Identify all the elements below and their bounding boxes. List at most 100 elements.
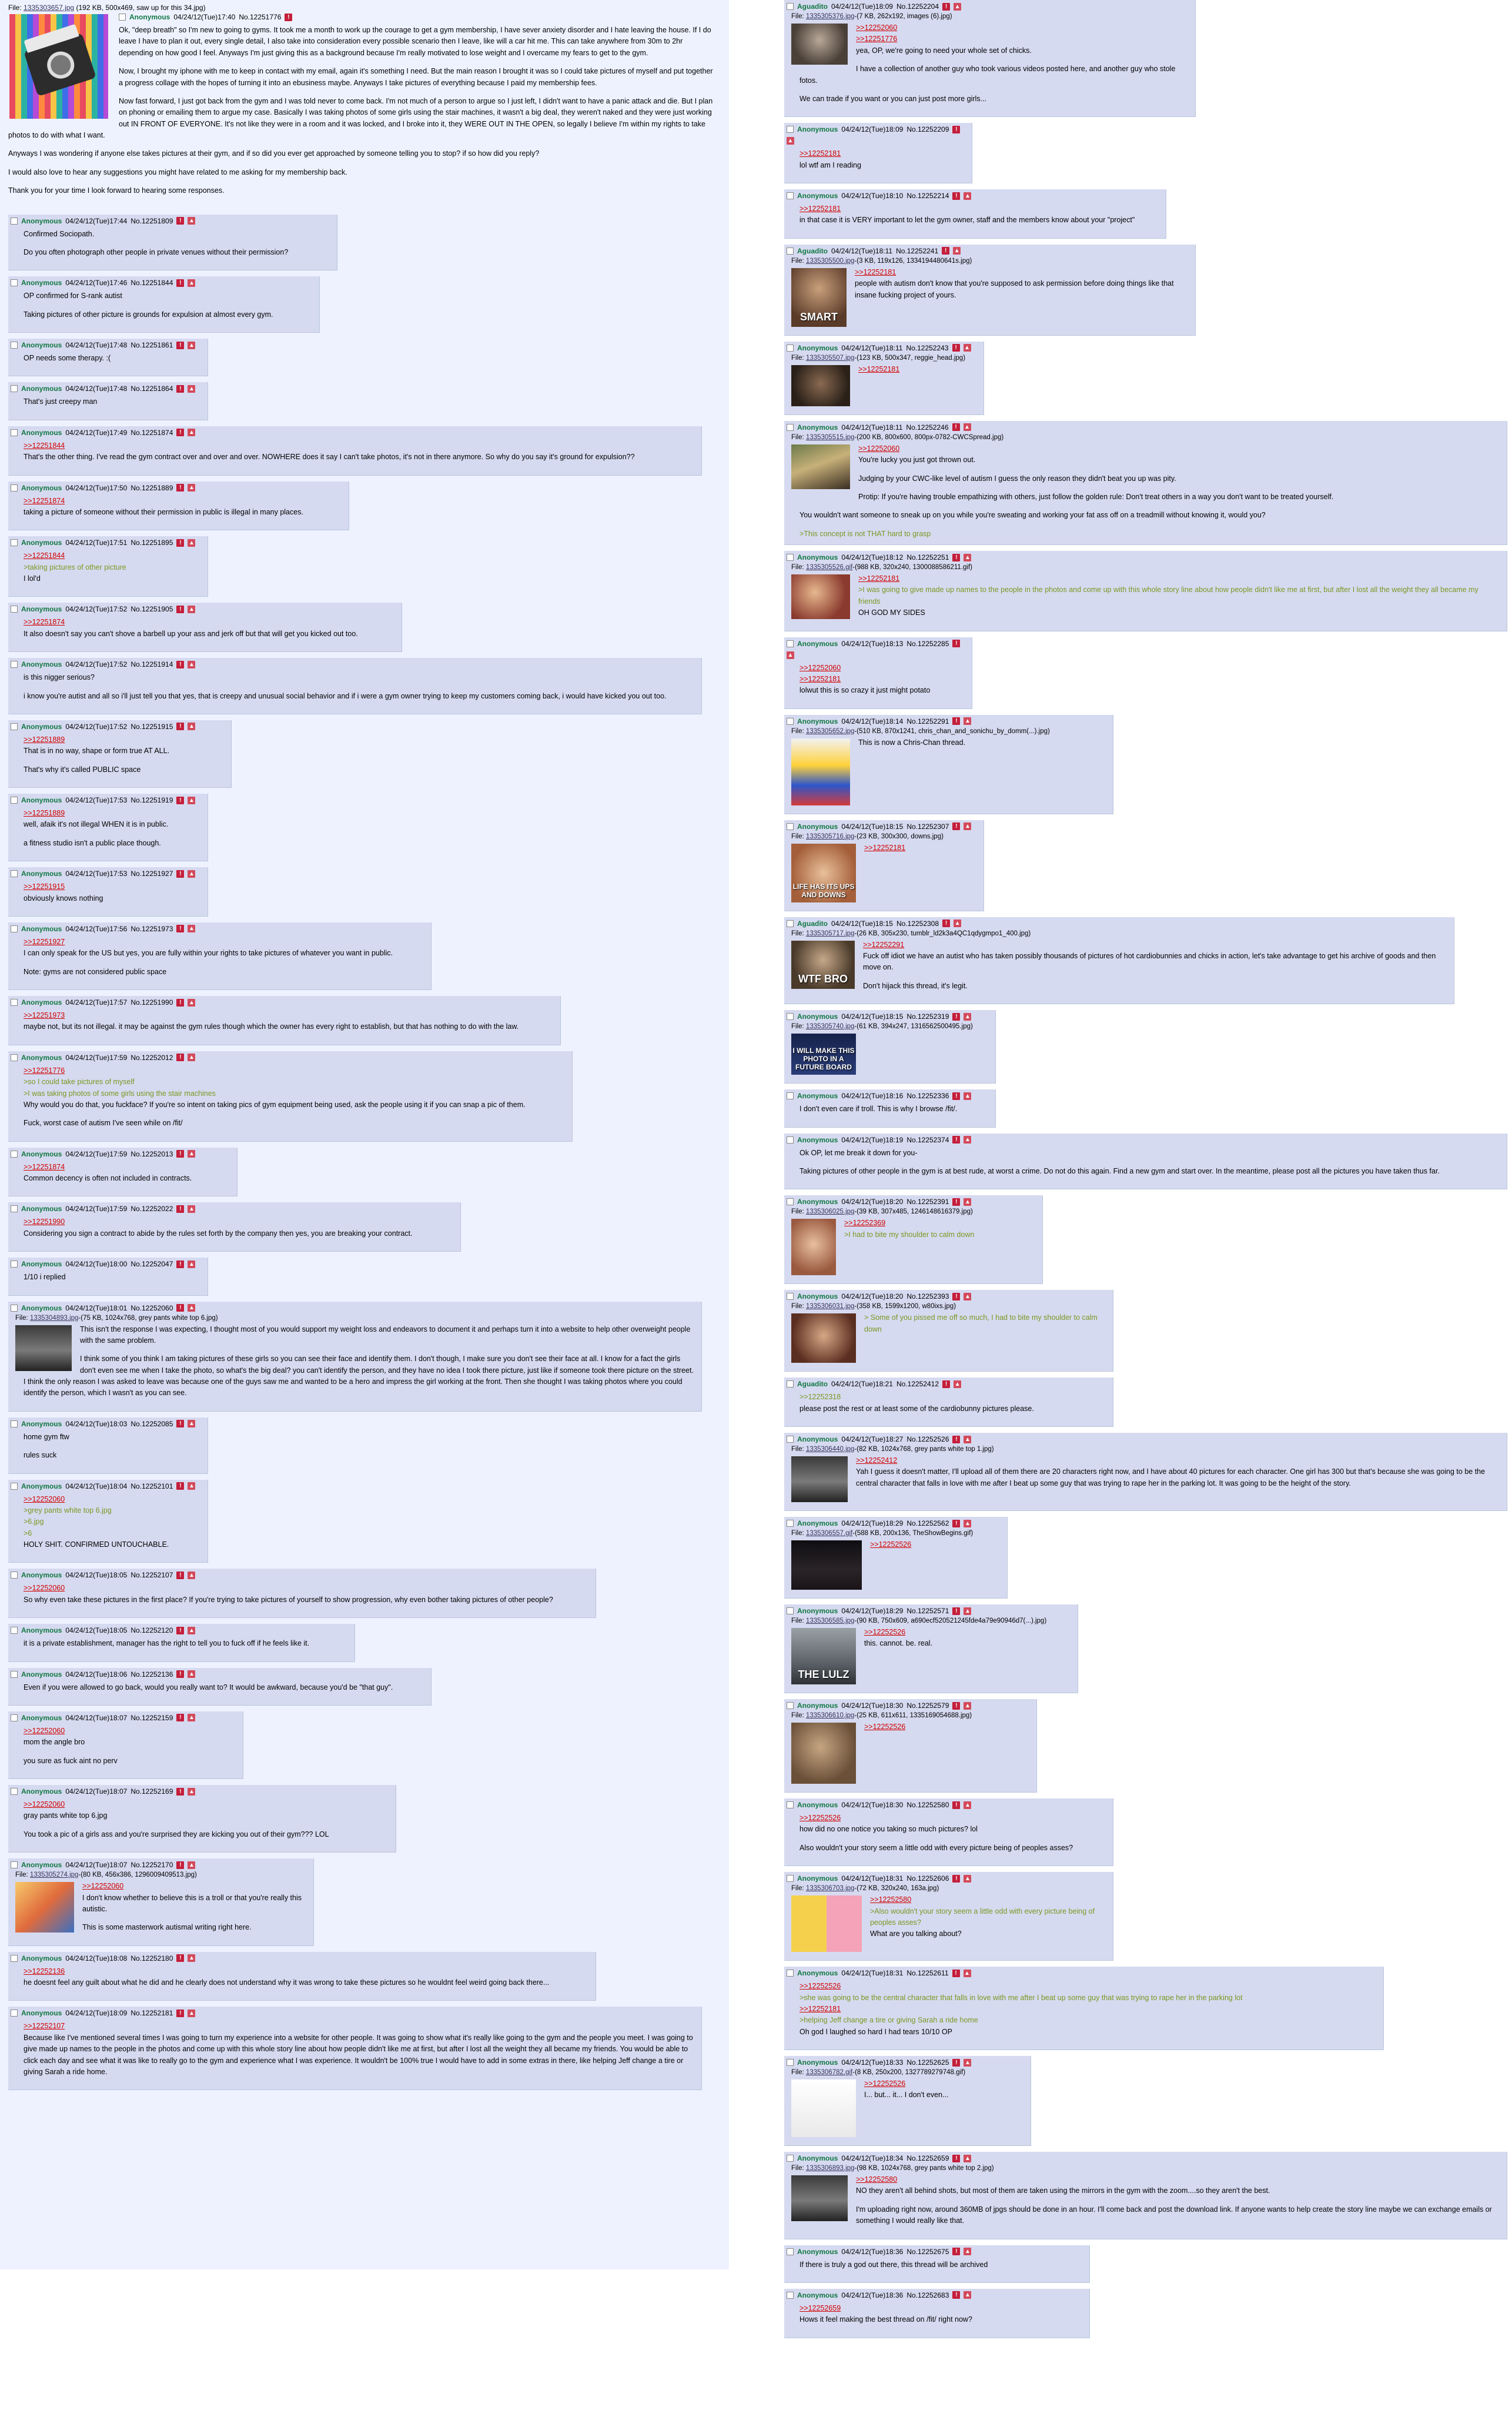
post-checkbox[interactable] — [787, 1013, 794, 1021]
hide-icon[interactable]: ▲ — [188, 279, 196, 287]
quote-link[interactable]: >>12252060 — [800, 22, 1189, 34]
report-icon[interactable]: ! — [952, 717, 961, 725]
post-number[interactable]: No.12252107 — [131, 1571, 173, 1579]
hide-icon[interactable]: ▲ — [964, 192, 972, 200]
post-checkbox[interactable] — [11, 1788, 18, 1795]
hide-icon[interactable]: ▲ — [188, 1150, 196, 1158]
post-checkbox[interactable] — [11, 606, 18, 613]
post-number[interactable]: No.12252336 — [906, 1092, 949, 1100]
hide-icon[interactable]: ▲ — [964, 1292, 972, 1300]
report-icon[interactable]: ! — [942, 920, 951, 928]
post-checkbox[interactable] — [11, 279, 18, 287]
post-number[interactable]: No.12251809 — [131, 217, 173, 225]
post-number[interactable]: No.12252391 — [906, 1198, 949, 1206]
post-thumbnail[interactable]: WTF BRO — [791, 940, 855, 989]
quote-link[interactable]: >>12252181 — [800, 573, 1501, 584]
post-checkbox[interactable] — [11, 1861, 18, 1869]
report-icon[interactable]: ! — [952, 344, 960, 352]
op-file-link[interactable]: 1335303657.jpg — [24, 4, 74, 12]
post-checkbox[interactable] — [11, 999, 18, 1006]
quote-link[interactable]: >>12251889 — [24, 734, 225, 745]
report-icon[interactable]: ! — [952, 2291, 961, 2299]
hide-icon[interactable]: ▲ — [188, 1205, 196, 1213]
report-icon[interactable]: ! — [176, 925, 185, 933]
report-icon[interactable]: ! — [952, 553, 961, 561]
hide-icon[interactable]: ▲ — [188, 484, 196, 492]
hide-icon[interactable]: ▲ — [964, 553, 972, 561]
post-thumbnail[interactable] — [791, 1540, 862, 1590]
report-icon[interactable]: ! — [176, 1304, 185, 1312]
report-icon[interactable]: ! — [952, 192, 961, 200]
post-number[interactable]: No.12252170 — [131, 1861, 173, 1869]
post-thumbnail[interactable] — [791, 2175, 848, 2221]
post-number[interactable]: No.12251914 — [131, 660, 173, 668]
file-link[interactable]: 1335305652.jpg — [806, 728, 855, 735]
report-icon[interactable]: ! — [952, 1701, 961, 1710]
quote-link[interactable]: >>12251915 — [24, 881, 202, 892]
quote-link[interactable]: >>12252060 — [800, 443, 1501, 454]
hide-icon[interactable]: ▲ — [188, 605, 196, 613]
quote-link[interactable]: >>12252526 — [800, 1981, 1377, 1992]
post-number[interactable]: No.12252246 — [906, 423, 948, 432]
file-link[interactable]: 1335306893.jpg — [806, 2165, 855, 2172]
quote-link[interactable]: >>12252181 — [800, 674, 966, 685]
file-link[interactable]: 1335305515.jpg — [806, 434, 855, 441]
hide-icon[interactable]: ▲ — [188, 870, 196, 878]
quote-link[interactable]: >>12251874 — [24, 496, 343, 507]
hide-icon[interactable]: ▲ — [964, 1801, 972, 1809]
hide-icon[interactable]: ▲ — [954, 920, 962, 928]
report-icon[interactable]: ! — [176, 2009, 185, 2017]
quote-link[interactable]: >>12251990 — [24, 1216, 454, 1228]
quote-link[interactable]: >>12251776 — [24, 1065, 566, 1076]
quote-link[interactable]: >>12251889 — [24, 808, 202, 819]
quote-link[interactable]: >>12252181 — [800, 203, 1160, 215]
hide-icon[interactable]: ▲ — [188, 1571, 196, 1579]
quote-link[interactable]: >>12251844 — [24, 440, 695, 452]
post-checkbox[interactable] — [11, 217, 18, 225]
post-number[interactable]: No.12252579 — [906, 1701, 949, 1710]
report-icon[interactable]: ! — [176, 723, 185, 731]
post-number[interactable]: No.12252241 — [896, 247, 938, 255]
report-icon[interactable]: ! — [952, 1198, 961, 1206]
post-number[interactable]: No.12252251 — [906, 553, 949, 561]
post-number[interactable]: No.12251990 — [131, 998, 173, 1007]
post-number[interactable]: No.12252136 — [131, 1670, 173, 1679]
quote-link[interactable]: >>12252580 — [800, 2174, 1501, 2185]
report-icon[interactable]: ! — [176, 1482, 185, 1490]
post-checkbox[interactable] — [787, 554, 794, 561]
report-icon[interactable]: ! — [952, 1607, 961, 1615]
post-number[interactable]: No.12252659 — [906, 2154, 949, 2162]
post-number[interactable]: No.12252675 — [906, 2248, 949, 2256]
post-thumbnail[interactable]: THE LULZ — [791, 1628, 856, 1684]
report-icon[interactable]: ! — [176, 1205, 185, 1213]
file-link[interactable]: 1335305716.jpg — [806, 833, 855, 840]
report-icon[interactable]: ! — [176, 385, 185, 393]
post-thumbnail[interactable]: I WILL MAKE THIS PHOTO IN A FUTURE BOARD — [791, 1034, 856, 1075]
hide-icon[interactable]: ▲ — [964, 2154, 972, 2162]
post-checkbox[interactable] — [787, 823, 794, 830]
report-icon[interactable]: ! — [176, 484, 185, 492]
post-checkbox[interactable] — [787, 1436, 794, 1443]
post-checkbox[interactable] — [787, 1380, 794, 1388]
post-number[interactable]: No.12252047 — [131, 1260, 173, 1268]
hide-icon[interactable]: ▲ — [188, 1054, 196, 1062]
post-checkbox[interactable] — [11, 1261, 18, 1268]
post-number[interactable]: No.12251874 — [131, 429, 173, 437]
hide-icon[interactable]: ▲ — [188, 1482, 196, 1490]
file-link[interactable]: 1335305500.jpg — [806, 258, 855, 265]
post-checkbox[interactable] — [11, 1670, 18, 1678]
report-icon[interactable]: ! — [176, 341, 185, 349]
post-number[interactable]: No.12251895 — [131, 539, 173, 547]
post-number[interactable]: No.12252060 — [131, 1304, 173, 1312]
quote-link[interactable]: >>12251874 — [24, 617, 396, 628]
post-checkbox[interactable] — [11, 925, 18, 932]
report-icon[interactable]: ! — [952, 1801, 961, 1809]
hide-icon[interactable]: ▲ — [188, 429, 196, 437]
post-checkbox[interactable] — [787, 2248, 794, 2255]
file-link[interactable]: 1335306782.gif — [806, 2069, 852, 2076]
quote-link[interactable]: >>12251874 — [24, 1162, 231, 1173]
post-checkbox[interactable] — [787, 1198, 794, 1206]
post-thumbnail[interactable] — [791, 1723, 856, 1784]
quote-link[interactable]: >>12252181 — [800, 148, 966, 159]
quote-link[interactable]: >>12252526 — [800, 1813, 1107, 1824]
